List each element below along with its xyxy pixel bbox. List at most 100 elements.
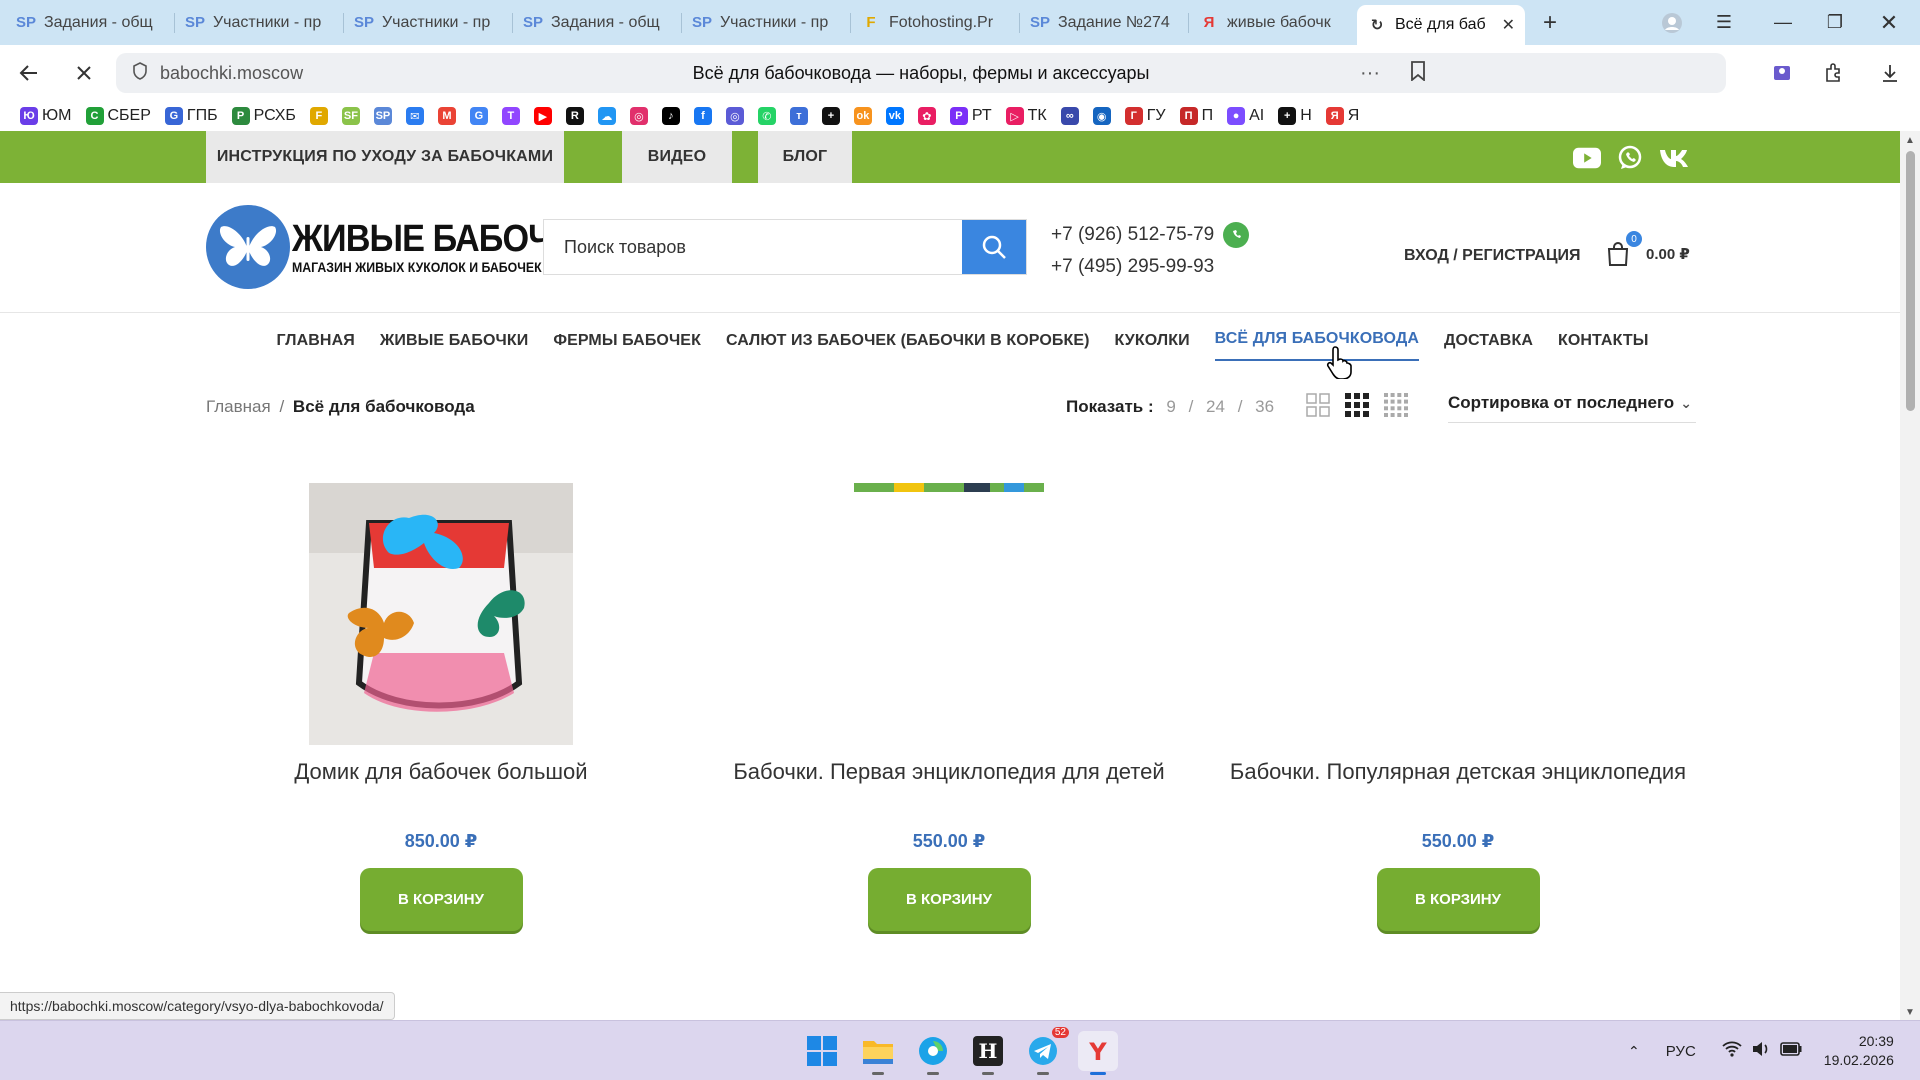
browser-tab[interactable]: SP Участники - пр: [175, 5, 343, 41]
profile-icon[interactable]: [1654, 0, 1690, 45]
scroll-down-icon[interactable]: ▼: [1905, 1007, 1915, 1018]
bookmark-item[interactable]: ✆: [754, 103, 780, 129]
bookmark-item[interactable]: ✿: [914, 103, 940, 129]
bookmark-item[interactable]: SP: [370, 103, 396, 129]
grid-4-icon[interactable]: [1384, 393, 1408, 417]
wifi-icon[interactable]: [1722, 1041, 1742, 1061]
volume-icon[interactable]: [1752, 1041, 1770, 1061]
page-scrollbar[interactable]: ▲ ▼: [1900, 131, 1920, 1020]
nav-item[interactable]: САЛЮТ ИЗ БАБОЧЕК (БАБОЧКИ В КОРОБКЕ): [726, 321, 1090, 361]
add-to-cart-button[interactable]: В КОРЗИНУ: [867, 868, 1031, 931]
bookmark-item[interactable]: ✉: [402, 103, 428, 129]
close-tab-icon[interactable]: ✕: [1502, 15, 1515, 35]
new-tab-button[interactable]: +: [1533, 6, 1567, 40]
bookmark-item[interactable]: +: [818, 103, 844, 129]
breadcrumb-home[interactable]: Главная: [206, 397, 271, 416]
bookmark-item[interactable]: + Н: [1274, 103, 1316, 129]
browser-tab-active[interactable]: ↻ Всё для баб ✕: [1357, 5, 1525, 45]
browser-tab[interactable]: F Fotohosting.Pr: [851, 5, 1019, 41]
sort-select[interactable]: Сортировка от последнего ⌄: [1448, 393, 1696, 423]
browser-tab[interactable]: SP Задания - общ: [6, 5, 174, 41]
bookmark-item[interactable]: T: [498, 103, 524, 129]
bookmark-item[interactable]: ☁: [594, 103, 620, 129]
back-button[interactable]: [9, 53, 49, 93]
minimize-button[interactable]: —: [1760, 0, 1806, 45]
browser-tab[interactable]: Яживые бабочк: [1189, 5, 1357, 41]
bookmark-item[interactable]: Г ГУ: [1121, 103, 1170, 129]
bookmark-item[interactable]: Р РСХБ: [228, 103, 300, 129]
vk-icon[interactable]: [1658, 144, 1692, 172]
bookmark-item[interactable]: SF: [338, 103, 364, 129]
file-explorer-icon[interactable]: [858, 1031, 898, 1075]
nav-item[interactable]: КУКОЛКИ: [1115, 321, 1190, 361]
cart-widget[interactable]: 0 0.00 ₽: [1606, 231, 1690, 267]
bookmark-item[interactable]: G ГПБ: [161, 103, 222, 129]
show-36[interactable]: 36: [1255, 397, 1274, 416]
scroll-up-icon[interactable]: ▲: [1905, 135, 1915, 146]
browser-tab[interactable]: SP Задание №274: [1020, 5, 1188, 41]
bookmark-item[interactable]: ok: [850, 103, 876, 129]
nav-item[interactable]: ЖИВЫЕ БАБОЧКИ: [380, 321, 529, 361]
browser-tab[interactable]: SP Участники - пр: [682, 5, 850, 41]
image-icon[interactable]: [1762, 53, 1802, 93]
bookmark-icon[interactable]: [1410, 60, 1426, 86]
add-to-cart-button[interactable]: В КОРЗИНУ: [1376, 868, 1540, 931]
product-name[interactable]: Домик для бабочек большой: [201, 759, 681, 807]
bookmark-item[interactable]: Р РТ: [946, 103, 996, 129]
browser-tab[interactable]: SP Участники - пр: [344, 5, 512, 41]
chevron-up-icon[interactable]: ⌃: [1628, 1043, 1640, 1060]
product-image-encyclopedia-popular[interactable]: [1363, 483, 1553, 745]
telegram-icon[interactable]: 52: [1023, 1027, 1069, 1075]
browser-tab[interactable]: SP Задания - общ: [513, 5, 681, 41]
nav-item[interactable]: ВСЁ ДЛЯ БАБОЧКОВОДА: [1214, 321, 1419, 361]
bookmark-item[interactable]: R: [562, 103, 588, 129]
bookmark-item[interactable]: ПП: [1176, 103, 1218, 129]
bookmark-item[interactable]: ▷ ТК: [1002, 103, 1051, 129]
nav-item[interactable]: ДОСТАВКА: [1444, 321, 1533, 361]
show-9[interactable]: 9: [1166, 397, 1175, 416]
scrollbar-thumb[interactable]: [1906, 151, 1915, 411]
toplink-video[interactable]: ВИДЕО: [622, 131, 732, 183]
bookmark-item[interactable]: ● AI: [1223, 103, 1268, 129]
product-image-encyclopedia-first[interactable]: [854, 483, 1044, 745]
bookmark-item[interactable]: ∞: [1057, 103, 1083, 129]
restore-button[interactable]: ❐: [1812, 0, 1858, 45]
product-image-butterfly-house[interactable]: [309, 483, 573, 745]
nav-item[interactable]: ФЕРМЫ БАБОЧЕК: [553, 321, 701, 361]
bookmark-item[interactable]: ♪: [658, 103, 684, 129]
stop-loading-button[interactable]: [64, 53, 104, 93]
search-button[interactable]: [962, 220, 1026, 274]
language-indicator[interactable]: РУС: [1666, 1043, 1696, 1060]
bookmark-item[interactable]: M: [434, 103, 460, 129]
url-text[interactable]: babochki.moscow: [160, 63, 303, 84]
windows-start-icon[interactable]: [802, 1031, 842, 1071]
add-to-cart-button[interactable]: В КОРЗИНУ: [359, 868, 523, 931]
nav-item[interactable]: ГЛАВНАЯ: [277, 321, 355, 361]
product-name[interactable]: Бабочки. Популярная детская энциклопедия: [1218, 759, 1698, 807]
bookmark-item[interactable]: f: [690, 103, 716, 129]
battery-icon[interactable]: [1779, 1042, 1802, 1060]
show-24[interactable]: 24: [1206, 397, 1225, 416]
bookmark-item[interactable]: F: [306, 103, 332, 129]
bookmark-item[interactable]: ◎: [626, 103, 652, 129]
close-window-button[interactable]: ✕: [1866, 0, 1912, 45]
phone-mobile[interactable]: +7 (926) 512-75-79: [1051, 224, 1214, 245]
search-input[interactable]: [544, 220, 962, 274]
omnibox[interactable]: babochki.moscow Всё для бабочковода — на…: [116, 53, 1726, 93]
downloads-icon[interactable]: [1870, 53, 1910, 93]
whatsapp-icon[interactable]: [1616, 144, 1644, 172]
notion-app-icon[interactable]: H: [968, 1031, 1008, 1075]
whatsapp-phone-icon[interactable]: [1223, 221, 1250, 248]
more-icon[interactable]: ···: [1360, 62, 1380, 85]
login-register-link[interactable]: ВХОД / РЕГИСТРАЦИЯ: [1404, 247, 1581, 265]
grid-2-icon[interactable]: [1306, 393, 1330, 417]
toplink-care-instructions[interactable]: ИНСТРУКЦИЯ ПО УХОДУ ЗА БАБОЧКАМИ: [206, 131, 564, 183]
bookmark-item[interactable]: G: [466, 103, 492, 129]
toplink-blog[interactable]: БЛОГ: [758, 131, 852, 183]
bookmark-item[interactable]: Ю ЮМ: [16, 103, 76, 129]
bookmark-item[interactable]: т: [786, 103, 812, 129]
product-name[interactable]: Бабочки. Первая энциклопедия для детей: [709, 759, 1189, 807]
bookmark-item[interactable]: ◉: [1089, 103, 1115, 129]
bookmark-item[interactable]: ЯЯ: [1322, 103, 1364, 129]
bookmark-item[interactable]: ▶: [530, 103, 556, 129]
